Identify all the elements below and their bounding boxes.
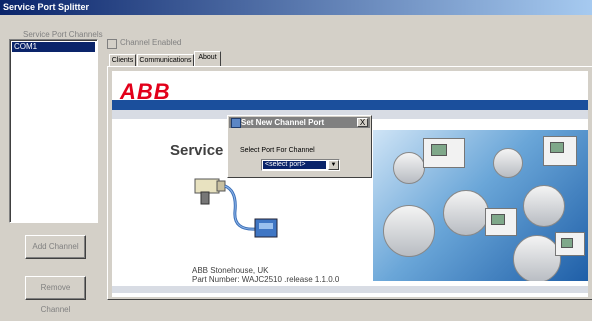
title-bar[interactable]: Service Port Splitter [0, 0, 592, 15]
channel-enabled-label: Channel Enabled [120, 38, 182, 47]
app-icon [231, 118, 241, 128]
chevron-down-icon[interactable]: ▼ [328, 160, 339, 170]
service-heading: Service [170, 142, 224, 159]
close-icon[interactable]: X [357, 118, 368, 127]
set-channel-port-dialog: Set New Channel Port X Select Port For C… [227, 115, 372, 178]
meter-device-4 [443, 190, 489, 236]
meter-screen-1 [431, 144, 447, 156]
channels-label: Service Port Channels [23, 30, 103, 39]
dialog-title: Set New Channel Port [241, 118, 325, 127]
footer-band [112, 286, 588, 293]
window-title: Service Port Splitter [3, 2, 90, 12]
meter-device-2 [493, 148, 523, 178]
meter-screen-3 [491, 214, 505, 225]
meter-device-5 [523, 185, 565, 227]
select-port-label: Select Port For Channel [240, 147, 315, 154]
list-item-com1[interactable]: COM1 [12, 42, 95, 52]
port-select-value[interactable]: <select port> [263, 161, 326, 169]
about-page: ABB Service ABB Stonehouse, UK Part Numb… [112, 71, 588, 297]
meter-device-6 [513, 235, 561, 281]
meter-device-1 [393, 152, 425, 184]
footer-location: ABB Stonehouse, UK [192, 266, 269, 275]
meter-screen-4 [561, 238, 573, 248]
remove-channel-button[interactable]: Remove Channel [25, 276, 86, 314]
header-band [112, 100, 588, 110]
checkbox-box[interactable] [107, 39, 117, 49]
flowmeters-photo [373, 130, 588, 281]
connector-cable-illustration [194, 178, 278, 238]
tab-about[interactable]: About [194, 51, 221, 66]
meter-device-3 [383, 205, 435, 257]
add-channel-button[interactable]: Add Channel [25, 235, 86, 259]
footer-part-number: Part Number: WAJC2510 .release 1.1.0.0 [192, 275, 340, 284]
dialog-title-bar[interactable]: Set New Channel Port X [229, 117, 370, 128]
tab-communications[interactable]: Communications [137, 54, 194, 66]
channel-list[interactable]: COM1 [9, 39, 98, 223]
meter-screen-2 [550, 142, 564, 153]
tab-clients[interactable]: Clients [109, 54, 136, 66]
port-select[interactable]: <select port> ▼ [261, 159, 340, 171]
